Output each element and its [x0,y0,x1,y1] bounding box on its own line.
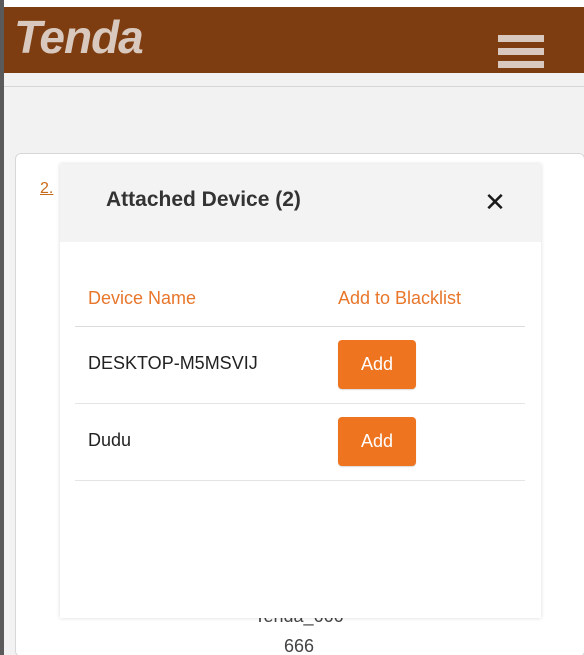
close-icon[interactable]: ✕ [480,184,510,220]
hamburger-menu-icon[interactable] [498,35,544,69]
device-table: Device Name Add to Blacklist DESKTOP-M5M… [75,264,525,481]
tenda-logo: Tenda [14,11,144,63]
add-to-blacklist-button[interactable]: Add [338,417,416,466]
add-to-blacklist-button[interactable]: Add [338,340,416,389]
top-header: Tenda [4,7,584,73]
modal-title: Attached Device (2) [106,188,301,211]
attached-device-modal: Attached Device (2) ✕ Device Name Add to… [60,164,541,618]
column-header-add-to-blacklist: Add to Blacklist [338,288,462,308]
table-row: Dudu Add [75,404,525,481]
device-name: Dudu [88,430,132,450]
background-ssid-line-2: 666 [283,636,315,655]
background-link[interactable]: 2. [40,180,53,198]
table-row: DESKTOP-M5MSVIJ Add [75,327,525,404]
modal-header: Attached Device (2) ✕ [60,164,541,242]
device-name: DESKTOP-M5MSVIJ [88,353,258,373]
column-header-device-name: Device Name [88,288,197,308]
panel-divider [4,86,584,87]
table-header-row: Device Name Add to Blacklist [75,264,525,327]
